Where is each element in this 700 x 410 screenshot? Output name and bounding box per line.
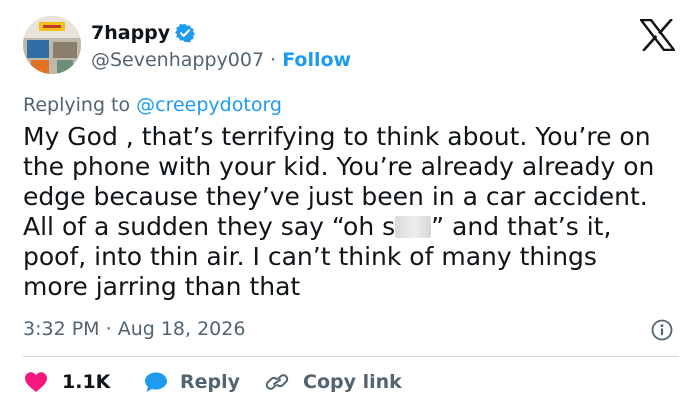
- tweet-line: more jarring than that: [23, 272, 301, 301]
- like-count[interactable]: 1.1K: [62, 369, 110, 395]
- link-icon: [265, 374, 289, 390]
- replying-mention-link[interactable]: @creepydotorg: [136, 94, 282, 116]
- tweet-text: My God , that’s terrifying to think abou…: [23, 122, 693, 302]
- heart-icon: [25, 372, 47, 392]
- tweet-line-part: ” and that’s it,: [431, 212, 612, 241]
- avatar[interactable]: [23, 16, 81, 74]
- tweet-date[interactable]: Aug 18, 2026: [118, 318, 246, 340]
- tweet-line: edge because they’ve just been in a car …: [23, 182, 648, 211]
- reply-label[interactable]: Reply: [180, 369, 240, 395]
- tweet-timestamp[interactable]: 3:32 PM · Aug 18, 2026: [23, 316, 245, 342]
- speech-bubble-icon: [145, 372, 167, 392]
- tweet-line: poof, into thin air. I can’t think of ma…: [23, 242, 597, 271]
- like-button[interactable]: 1.1K: [24, 369, 110, 395]
- author-handle-row: @Sevenhappy007 · Follow: [91, 47, 351, 73]
- replying-prefix: Replying to: [23, 94, 137, 116]
- tweet-time[interactable]: 3:32 PM: [23, 318, 100, 340]
- tweet-line-part: All of a sudden they say “oh s: [23, 212, 396, 241]
- reply-button[interactable]: Reply: [144, 369, 240, 395]
- tweet-line: All of a sudden they say “oh s ” and that…: [23, 212, 693, 242]
- divider: [23, 356, 679, 357]
- author-display-name[interactable]: 7happy: [91, 20, 170, 46]
- verified-badge-icon: [175, 23, 196, 43]
- x-logo-icon[interactable]: [638, 18, 677, 52]
- handle-separator: ·: [270, 49, 277, 71]
- author-name-row[interactable]: 7happy: [91, 20, 196, 46]
- tweet-line: My God , that’s terrifying to think abou…: [23, 122, 651, 151]
- copy-link-label[interactable]: Copy link: [303, 369, 402, 395]
- censor-blur: [395, 216, 432, 238]
- follow-button[interactable]: Follow: [282, 49, 351, 71]
- copy-link-button[interactable]: Copy link: [265, 369, 402, 395]
- timestamp-separator: ·: [105, 318, 112, 340]
- tweet-line: the phone with your kid. You’re already …: [23, 152, 655, 181]
- author-handle[interactable]: @Sevenhappy007: [91, 49, 264, 71]
- replying-to: Replying to @creepydotorg: [23, 93, 282, 117]
- info-icon[interactable]: [651, 319, 673, 341]
